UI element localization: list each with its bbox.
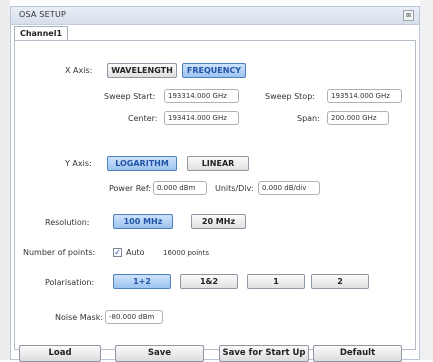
power-ref-label: Power Ref: — [109, 184, 152, 193]
wavelength-button[interactable]: WAVELENGTH — [107, 63, 177, 78]
channel-panel: X Axis: WAVELENGTH FREQUENCY Sweep Start… — [14, 40, 416, 350]
polarisation-1and2-button[interactable]: 1&2 — [180, 274, 238, 289]
x-axis-label: X Axis: — [65, 66, 93, 75]
polarisation-1plus2-button[interactable]: 1+2 — [113, 274, 171, 289]
polarisation-label: Polarisation: — [45, 278, 95, 287]
resolution-20mhz-button[interactable]: 20 MHz — [191, 214, 246, 229]
window-title: OSA SETUP — [19, 10, 67, 19]
y-axis-label: Y Axis: — [65, 159, 92, 168]
save-button[interactable]: Save — [115, 345, 204, 362]
title-bar: OSA SETUP ⊠ — [11, 7, 419, 25]
units-div-label: Units/Div: — [215, 184, 254, 193]
noise-mask-field[interactable]: -80.000 dBm — [105, 310, 163, 324]
osa-setup-window: OSA SETUP ⊠ Channel1 X Axis: WAVELENGTH … — [10, 6, 420, 362]
units-div-field[interactable]: 0.000 dB/div — [258, 181, 320, 195]
sweep-start-label: Sweep Start: — [104, 92, 156, 101]
polarisation-2-button[interactable]: 2 — [311, 274, 369, 289]
auto-label: Auto — [126, 248, 145, 257]
close-icon[interactable]: ⊠ — [403, 10, 414, 21]
sweep-stop-label: Sweep Stop: — [265, 92, 315, 101]
points-value: 16000 points — [163, 249, 209, 257]
tab-channel1[interactable]: Channel1 — [14, 26, 68, 41]
default-button[interactable]: Default — [313, 345, 402, 362]
power-ref-field[interactable]: 0.000 dBm — [153, 181, 207, 195]
span-label: Span: — [297, 114, 320, 123]
left-edge — [0, 0, 10, 360]
resolution-label: Resolution: — [45, 218, 90, 227]
span-field[interactable]: 200.000 GHz — [327, 111, 389, 125]
frequency-button[interactable]: FREQUENCY — [182, 63, 246, 78]
resolution-100mhz-button[interactable]: 100 MHz — [113, 214, 173, 229]
polarisation-1-button[interactable]: 1 — [247, 274, 305, 289]
save-startup-button[interactable]: Save for Start Up — [219, 345, 309, 362]
sweep-stop-field[interactable]: 193514.000 GHz — [327, 89, 402, 103]
center-field[interactable]: 193414.000 GHz — [164, 111, 239, 125]
sweep-start-field[interactable]: 193314.000 GHz — [164, 89, 239, 103]
center-label: Center: — [128, 114, 158, 123]
right-edge — [420, 0, 433, 360]
noise-mask-label: Noise Mask: — [55, 313, 104, 322]
auto-checkbox[interactable]: ✓ — [113, 248, 122, 257]
load-button[interactable]: Load — [19, 345, 101, 362]
linear-button[interactable]: LINEAR — [187, 156, 249, 171]
logarithm-button[interactable]: LOGARITHM — [107, 156, 177, 171]
number-of-points-label: Number of points: — [23, 248, 96, 257]
